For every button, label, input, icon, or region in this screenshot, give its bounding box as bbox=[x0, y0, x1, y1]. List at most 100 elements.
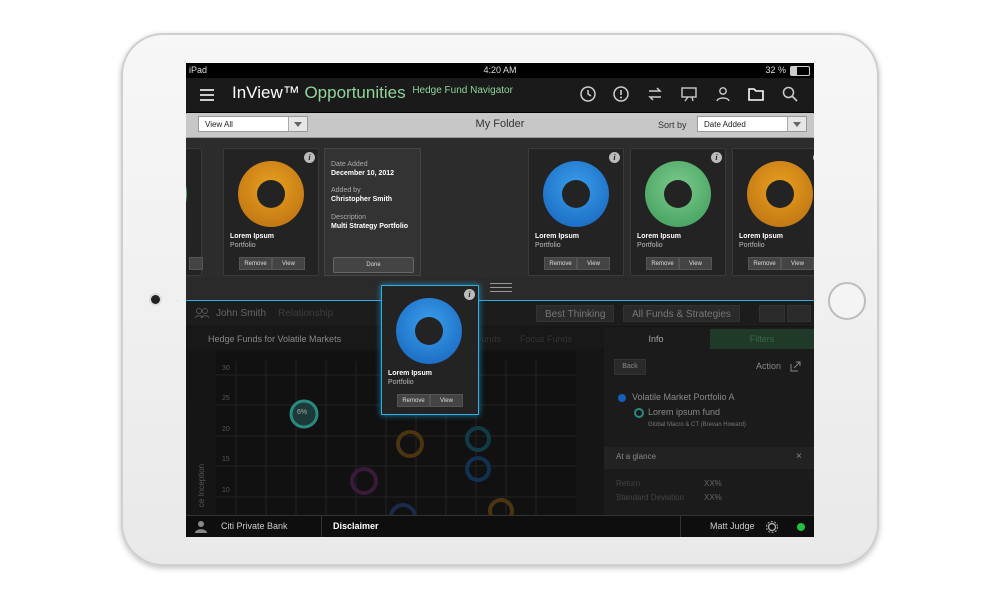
date-added-value: December 10, 2012 bbox=[331, 170, 395, 177]
info-icon[interactable]: i bbox=[711, 152, 722, 163]
gear-icon[interactable] bbox=[766, 521, 778, 533]
drag-handle-icon[interactable] bbox=[490, 283, 512, 295]
remove-button[interactable]: Remove bbox=[646, 257, 679, 270]
metric-value: XX% bbox=[704, 479, 722, 488]
y-axis-label: ce Inception bbox=[197, 463, 207, 508]
portfolio-dot-icon bbox=[618, 394, 626, 402]
glance-header: At a glance × bbox=[604, 447, 814, 469]
y-tick: 10 bbox=[222, 487, 230, 494]
sort-value: Date Added bbox=[704, 120, 746, 129]
metric-value: XX% bbox=[704, 493, 722, 502]
info-icon[interactable]: i bbox=[304, 152, 315, 163]
relationship-label: Relationship bbox=[278, 308, 334, 319]
view-button[interactable]: View bbox=[272, 257, 305, 270]
folder-cards: i Lorem Ipsum Portfolio Remove View Date… bbox=[186, 138, 814, 278]
portfolio-card[interactable]: i Lorem Ipsum Portfolio Remove View bbox=[528, 148, 624, 276]
card-type: Portfolio bbox=[388, 379, 414, 386]
client-name: John Smith bbox=[216, 308, 267, 319]
home-button[interactable] bbox=[828, 282, 866, 320]
tab-focus-funds[interactable]: Focus Funds bbox=[520, 334, 572, 344]
folder-icon[interactable] bbox=[747, 85, 765, 103]
card-detail-panel: Date Added December 10, 2012 Added by Ch… bbox=[324, 148, 421, 276]
info-icon[interactable]: i bbox=[609, 152, 620, 163]
back-button[interactable]: Back bbox=[614, 359, 646, 375]
metric-label: Standard Deviation bbox=[616, 493, 685, 502]
metric-label: Return bbox=[616, 479, 641, 488]
date-added-label: Date Added bbox=[331, 161, 368, 168]
status-bar: iPad 4:20 AM 32 % bbox=[186, 63, 814, 78]
info-panel: Info Filters Back Action Volatile Market… bbox=[604, 327, 814, 517]
info-icon[interactable]: i bbox=[464, 289, 475, 300]
y-tick: 25 bbox=[222, 395, 230, 402]
view-button[interactable]: View bbox=[781, 257, 814, 270]
added-by-value: Christopher Smith bbox=[331, 196, 393, 203]
person-icon[interactable] bbox=[195, 520, 207, 533]
menu-icon[interactable] bbox=[200, 89, 214, 104]
card-name: Lorem Ipsum bbox=[535, 233, 579, 240]
bank-name: Citi Private Bank bbox=[221, 521, 288, 531]
sort-select[interactable]: Date Added bbox=[697, 116, 807, 132]
relationship-panel: John Smith Relationship Best Thinking Al… bbox=[186, 300, 814, 531]
info-icon[interactable]: i bbox=[813, 152, 814, 163]
close-icon[interactable]: × bbox=[796, 451, 802, 462]
alert-icon[interactable] bbox=[612, 85, 630, 103]
view-button[interactable] bbox=[189, 257, 203, 270]
card-name: Lorem Ipsum bbox=[739, 233, 783, 240]
app-subtitle: Hedge Fund Navigator bbox=[412, 85, 513, 96]
card-name: Lorem Ipsum bbox=[388, 370, 432, 377]
group-icon bbox=[194, 308, 210, 319]
section-name: Opportunities bbox=[304, 83, 406, 102]
portfolio-card[interactable]: i Lorem Ipsum Portfolio Remove View bbox=[223, 148, 319, 276]
disclaimer-link[interactable]: Disclaimer bbox=[333, 521, 379, 531]
portfolio-card[interactable]: i Lorem Ipsum Portfolio Remove View bbox=[732, 148, 814, 276]
brand-name: InView™ bbox=[232, 83, 300, 102]
card-type: Portfolio bbox=[230, 242, 256, 249]
action-button[interactable]: Action bbox=[756, 361, 781, 371]
view-button[interactable]: View bbox=[679, 257, 712, 270]
list-icon[interactable] bbox=[759, 305, 785, 322]
remove-button[interactable]: Remove bbox=[397, 394, 430, 407]
presentation-icon[interactable] bbox=[680, 85, 698, 103]
done-button[interactable]: Done bbox=[333, 257, 414, 273]
portfolio-card[interactable]: i Lorem Ipsum Portfolio Remove View bbox=[630, 148, 726, 276]
history-icon[interactable] bbox=[579, 85, 597, 103]
all-funds-tab[interactable]: All Funds & Strategies bbox=[623, 305, 740, 322]
tab-filters[interactable]: Filters bbox=[710, 329, 814, 349]
portfolio-donut bbox=[238, 161, 304, 227]
tab-info[interactable]: Info bbox=[604, 329, 708, 349]
portfolio-donut bbox=[645, 161, 711, 227]
fund-name: Lorem ipsum fund bbox=[648, 407, 721, 417]
folder-toolbar: View All My Folder Sort by Date Added bbox=[186, 113, 814, 138]
portfolio-donut bbox=[186, 161, 187, 227]
remove-button[interactable]: Remove bbox=[748, 257, 781, 270]
view-button[interactable]: View bbox=[577, 257, 610, 270]
remove-button[interactable]: Remove bbox=[544, 257, 577, 270]
remove-button[interactable]: Remove bbox=[239, 257, 272, 270]
share-icon[interactable] bbox=[790, 361, 801, 372]
y-tick: 15 bbox=[222, 456, 230, 463]
online-status-icon bbox=[797, 523, 805, 531]
user-name: Matt Judge bbox=[710, 521, 755, 531]
footer-bar: Citi Private Bank Disclaimer Matt Judge bbox=[186, 515, 814, 537]
battery-percent: 32 % bbox=[765, 65, 786, 75]
best-thinking-tab[interactable]: Best Thinking bbox=[536, 305, 615, 322]
search-icon[interactable] bbox=[781, 85, 799, 103]
glance-title: At a glance bbox=[616, 452, 657, 461]
battery-icon bbox=[790, 66, 810, 76]
card-name: Lorem Ipsum bbox=[230, 233, 274, 240]
card-type: Portfolio bbox=[535, 242, 561, 249]
portfolio-donut bbox=[747, 161, 813, 227]
y-tick: 30 bbox=[222, 365, 230, 372]
person-icon[interactable] bbox=[714, 85, 732, 103]
card-type: Portfolio bbox=[637, 242, 663, 249]
dragged-portfolio-card[interactable]: i Lorem Ipsum Portfolio Remove View bbox=[381, 285, 479, 415]
clock: 4:20 AM bbox=[483, 65, 517, 75]
portfolio-donut bbox=[396, 298, 462, 364]
tab-hedge-funds[interactable]: Hedge Funds for Volatile Markets bbox=[208, 334, 341, 344]
fund-dot-icon bbox=[634, 408, 644, 418]
tab-funds[interactable]: Funds bbox=[476, 334, 501, 344]
portfolio-card-partial[interactable] bbox=[186, 148, 203, 276]
settings-dot-icon[interactable] bbox=[787, 305, 811, 322]
view-button[interactable]: View bbox=[430, 394, 463, 407]
transfer-icon[interactable] bbox=[646, 85, 664, 103]
